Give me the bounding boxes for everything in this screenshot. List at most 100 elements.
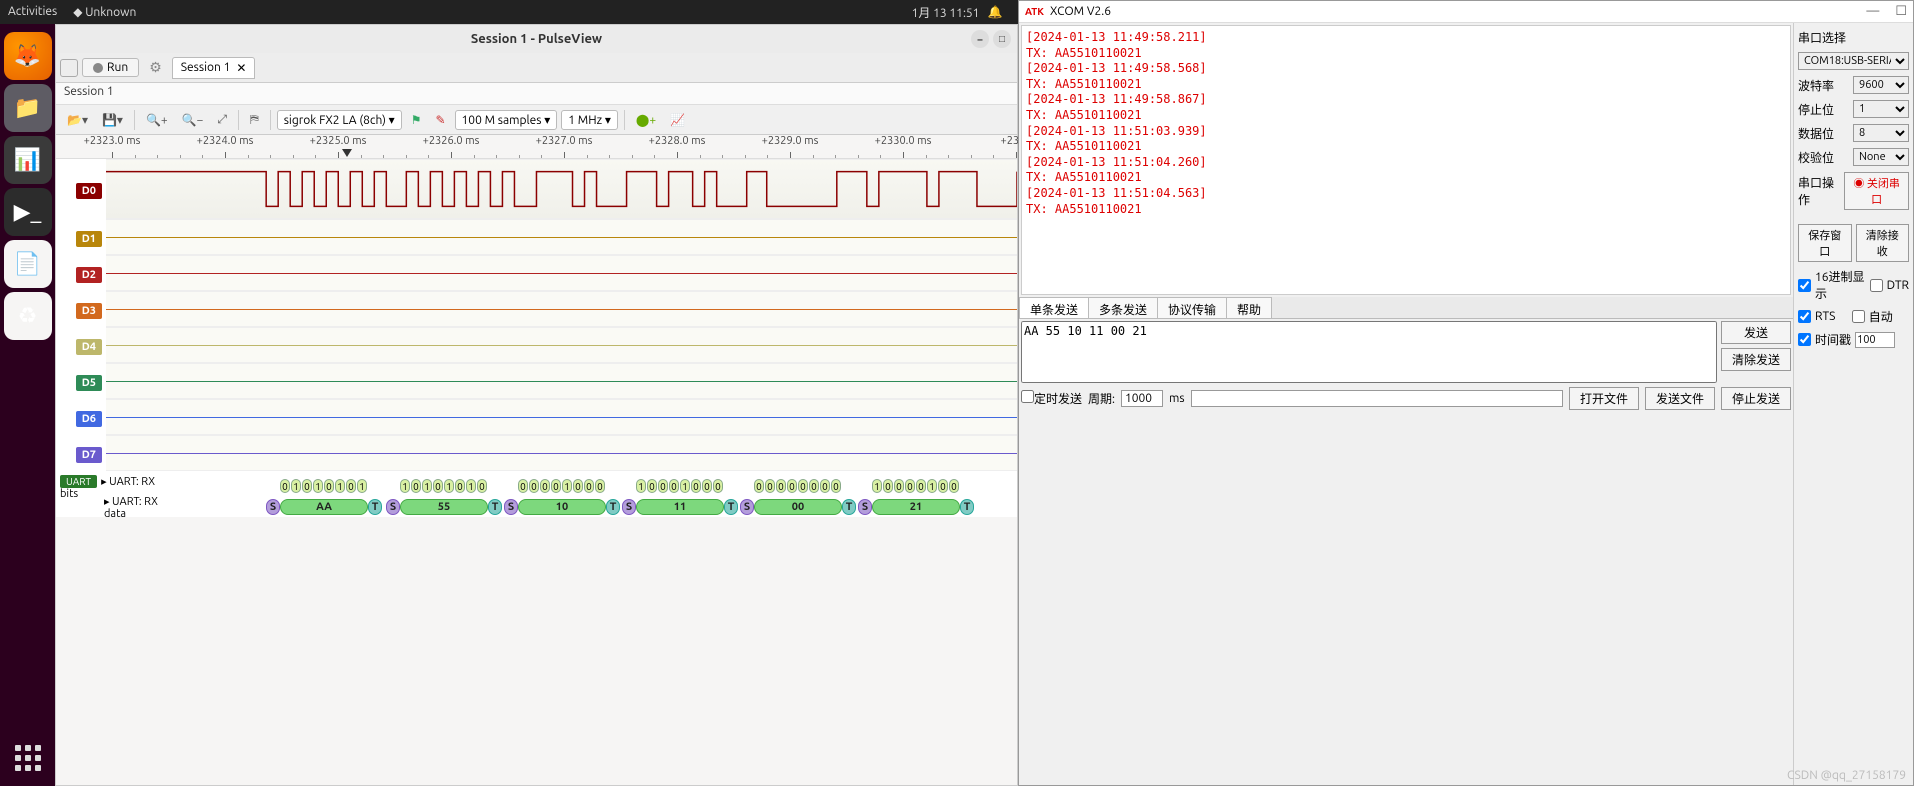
pv-titlebar[interactable]: Session 1 - PulseView – □ [56, 25, 1017, 53]
time-ruler[interactable]: +2323.0 ms+2324.0 ms+2325.0 ms+2326.0 ms… [56, 135, 1017, 159]
firefox-icon[interactable]: 🦊 [4, 32, 52, 80]
save-window-button[interactable]: 保存窗口 [1798, 224, 1852, 262]
timed-send-checkbox[interactable]: 定时发送 [1021, 390, 1082, 407]
zoomin-icon[interactable]: 🔍+ [141, 110, 173, 130]
open-file-button[interactable]: 打开文件 [1569, 387, 1639, 410]
rts-checkbox[interactable] [1798, 310, 1811, 323]
app-menu[interactable]: ◆ Unknown [73, 5, 136, 19]
send-button[interactable]: 发送 [1721, 321, 1791, 344]
decoder-add-icon[interactable]: ⬤+ [631, 110, 661, 130]
zoomout-icon[interactable]: 🔍− [177, 110, 209, 130]
activities-button[interactable]: Activities [8, 5, 57, 19]
serial-settings-panel: 串口选择 COM18:USB-SERIAL CH 波特率9600 停止位1 数据… [1793, 23, 1913, 785]
session-tab[interactable]: Session 1✕ [172, 57, 256, 79]
bit-cell: 0 [324, 479, 334, 493]
bit-cell: 0 [809, 479, 819, 493]
stopbits-select[interactable]: 1 [1853, 100, 1909, 118]
channel-D7[interactable]: D7 [56, 435, 1017, 471]
texteditor-icon[interactable]: 📄 [4, 240, 52, 288]
bit-cell: 0 [820, 479, 830, 493]
terminal-icon[interactable]: ▶_ [4, 188, 52, 236]
hex-display-checkbox[interactable] [1798, 279, 1811, 292]
apps-grid-icon[interactable] [8, 738, 48, 778]
trash-icon[interactable]: ♻ [4, 292, 52, 340]
bit-cell: 0 [411, 479, 421, 493]
bit-cell: 0 [433, 479, 443, 493]
channel-D0[interactable]: D0 [56, 159, 1017, 219]
ruler-cursor[interactable] [342, 149, 352, 157]
send-tabs: 单条发送 多条发送 协议传输 帮助 [1019, 297, 1793, 319]
bit-cell: 0 [518, 479, 528, 493]
tab-multi-send[interactable]: 多条发送 [1088, 297, 1158, 318]
xcom-window: ATK XCOM V2.6 — ☐ [2024-01-13 11:49:58.2… [1018, 0, 1914, 786]
device-selector[interactable]: sigrok FX2 LA (8ch) ▾ [277, 110, 402, 130]
bit-cell: 0 [702, 479, 712, 493]
maximize-icon[interactable]: ☐ [1895, 4, 1907, 19]
signals-area[interactable]: D0D1D2D3D4D5D6D7 UART▸ UART: RX bits 010… [56, 159, 1017, 517]
pulseview-icon[interactable]: 📊 [4, 136, 52, 184]
bit-cell: 0 [573, 479, 583, 493]
bit-cell: 0 [658, 479, 668, 493]
auto-checkbox[interactable] [1852, 310, 1865, 323]
send-file-button[interactable]: 发送文件 [1645, 387, 1715, 410]
data-byte: 55 [400, 499, 488, 515]
port-select[interactable]: COM18:USB-SERIAL CH [1798, 52, 1909, 70]
files-icon[interactable]: 📁 [4, 84, 52, 132]
file-path-input[interactable] [1191, 390, 1563, 407]
rate-selector[interactable]: 1 MHz ▾ [561, 110, 618, 130]
bit-cell: 0 [765, 479, 775, 493]
channel-D4[interactable]: D4 [56, 327, 1017, 363]
send-textarea[interactable] [1021, 321, 1717, 383]
cursors-icon[interactable]: ⛿ [245, 110, 264, 130]
stop-send-button[interactable]: 停止发送 [1721, 387, 1791, 410]
bit-cell: 1 [562, 479, 572, 493]
clear-send-button[interactable]: 清除发送 [1721, 348, 1791, 371]
run-button[interactable]: Run [82, 58, 139, 77]
tab-single-send[interactable]: 单条发送 [1019, 297, 1089, 318]
databits-select[interactable]: 8 [1853, 124, 1909, 142]
open-icon[interactable]: 📂▾ [62, 110, 93, 130]
start-bit: S [740, 499, 754, 515]
close-port-button[interactable]: ◉ 关闭串口 [1844, 172, 1909, 210]
bit-cell: 0 [595, 479, 605, 493]
receive-log[interactable]: [2024-01-13 11:49:58.211] TX: AA55101100… [1021, 25, 1791, 295]
bit-cell: 0 [669, 479, 679, 493]
settings-icon[interactable]: ⚙ [143, 59, 168, 76]
channel-D5[interactable]: D5 [56, 363, 1017, 399]
xcom-title-text: XCOM V2.6 [1050, 5, 1111, 18]
parity-select[interactable]: None [1853, 148, 1909, 166]
zoomfit-icon[interactable]: ⤢ [212, 110, 232, 130]
baud-select[interactable]: 9600 [1853, 76, 1909, 94]
minimize-icon[interactable]: – [971, 30, 989, 48]
save-icon[interactable]: 💾▾ [97, 110, 128, 130]
bit-cell: 1 [636, 479, 646, 493]
dtr-checkbox[interactable] [1870, 279, 1883, 292]
channel-D1[interactable]: D1 [56, 219, 1017, 255]
xcom-titlebar[interactable]: ATK XCOM V2.6 — ☐ [1019, 1, 1913, 23]
math-icon[interactable]: 📈 [665, 110, 690, 130]
probe-icon[interactable]: ✎ [430, 110, 450, 130]
close-icon[interactable]: ✕ [236, 61, 246, 75]
channel-D2[interactable]: D2 [56, 255, 1017, 291]
bit-cell: 0 [477, 479, 487, 493]
period-input[interactable] [1121, 390, 1163, 407]
channel-D6[interactable]: D6 [56, 399, 1017, 435]
bell-icon[interactable]: 🔔 [987, 5, 1002, 19]
clock[interactable]: 1月 13 11:51 [912, 4, 980, 21]
bit-cell: 0 [916, 479, 926, 493]
bit-cell: 0 [787, 479, 797, 493]
timestamp-input[interactable] [1855, 332, 1895, 348]
channel-D3[interactable]: D3 [56, 291, 1017, 327]
clear-recv-button[interactable]: 清除接收 [1856, 224, 1910, 262]
channels-icon[interactable]: ⚑ [406, 110, 427, 130]
bit-cell: 0 [302, 479, 312, 493]
tab-help[interactable]: 帮助 [1226, 297, 1272, 318]
minimize-icon[interactable]: — [1866, 4, 1879, 19]
maximize-icon[interactable]: □ [993, 30, 1011, 48]
samples-selector[interactable]: 100 M samples ▾ [455, 110, 558, 130]
bit-cell: 0 [455, 479, 465, 493]
bit-cell: 0 [540, 479, 550, 493]
new-session-button[interactable] [60, 59, 78, 77]
timestamp-checkbox[interactable] [1798, 333, 1811, 346]
tab-protocol[interactable]: 协议传输 [1157, 297, 1227, 318]
